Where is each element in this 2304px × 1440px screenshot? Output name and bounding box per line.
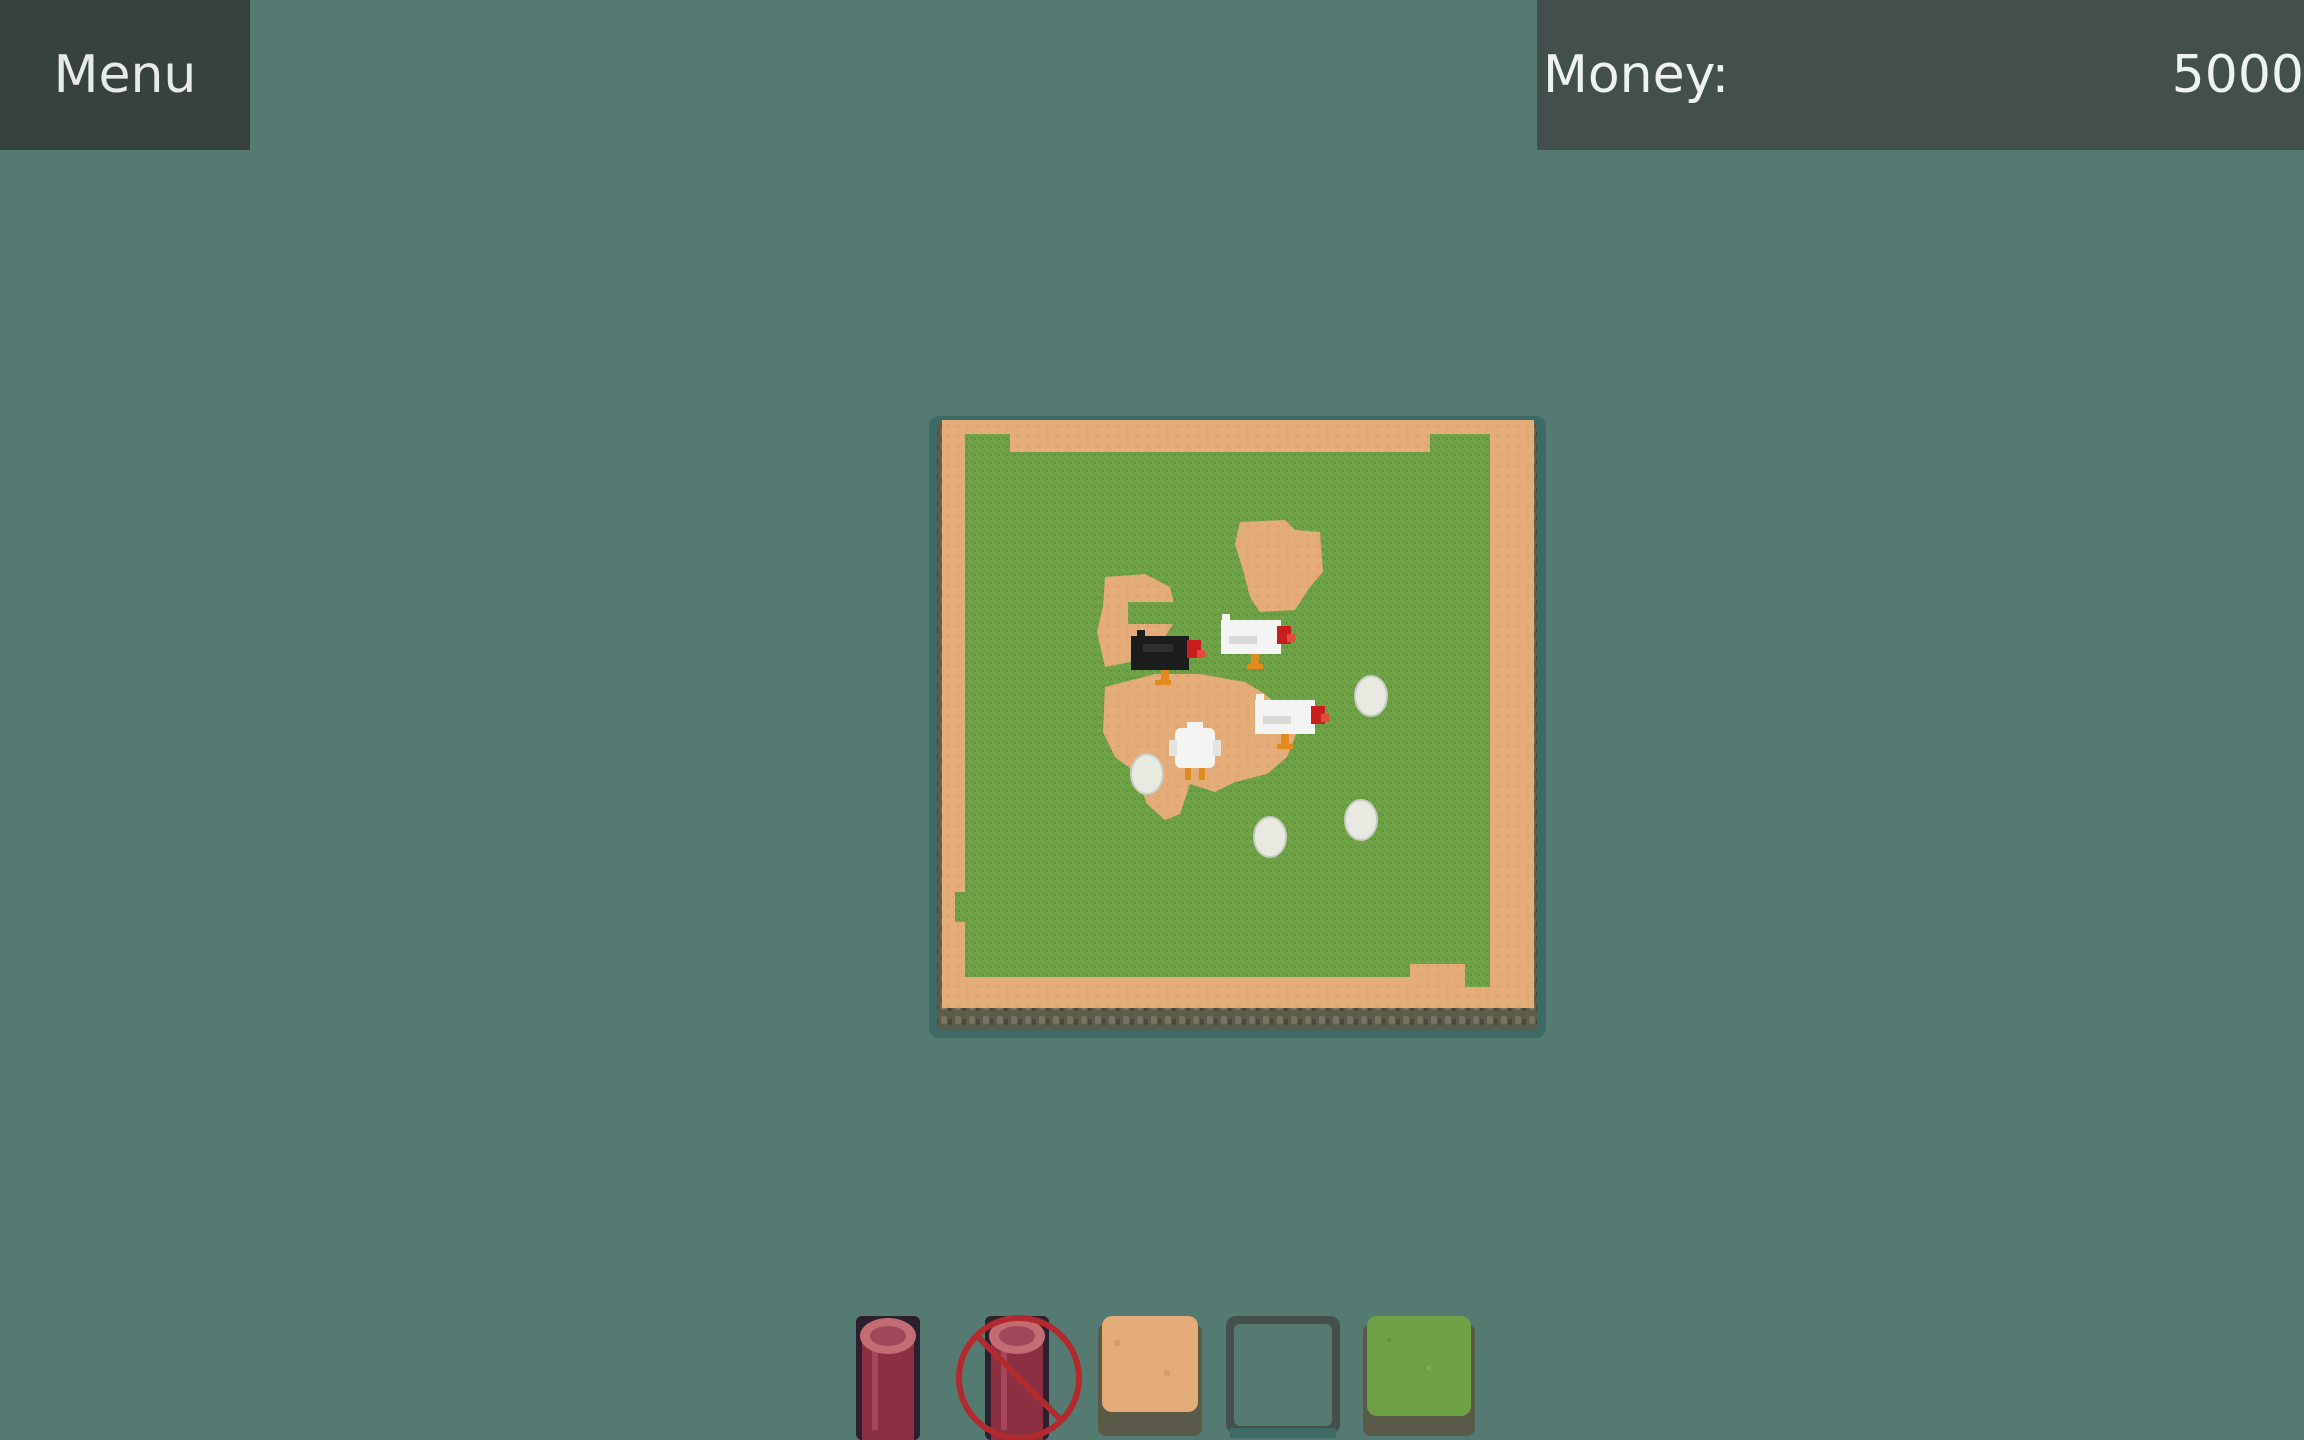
egg[interactable] [1344,799,1378,841]
egg[interactable] [1253,816,1287,858]
money-panel: Money: 5000 [1537,0,2304,150]
menu-button[interactable]: Menu [0,0,250,150]
money-value: 5000 [2171,45,2304,105]
game-screen: Menu Money: 5000 [0,0,2304,1440]
dirt-tile-icon[interactable] [1094,1310,1206,1440]
menu-button-label: Menu [53,45,197,105]
egg[interactable] [1354,675,1388,717]
remove-fence-icon[interactable] [955,1310,1085,1440]
fence-post-icon[interactable] [850,1310,926,1440]
money-label: Money: [1543,45,1730,105]
grass-tile-icon[interactable] [1357,1310,1481,1440]
grass-notch [1128,602,1180,624]
water-tile-icon[interactable] [1218,1310,1348,1440]
farm-island[interactable] [925,412,1550,1042]
egg[interactable] [1130,753,1164,795]
